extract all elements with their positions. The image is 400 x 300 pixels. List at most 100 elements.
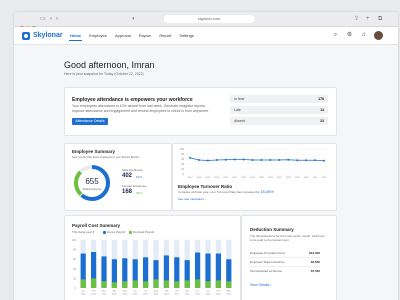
x-tick-label: 2023 [241,177,247,179]
app-logo[interactable]: Skylonar [22,31,63,40]
nominal-payroll-bar [184,280,190,288]
divider [250,257,320,258]
turnover-data-point [269,159,272,161]
x-tick-label: 2021 [133,294,139,296]
nominal-payroll-bar [205,281,211,288]
x-tick-label: Jan [81,291,85,293]
menu-item-approval[interactable]: Approval [114,31,132,40]
x-tick-label: 2028 [286,177,292,179]
attendance-row-in-time: In time 176 [230,95,328,103]
menu-item-settings[interactable]: Settings [178,31,194,40]
menu-item-employee[interactable]: Employee [88,31,108,40]
x-tick-label: 2025 [259,177,265,179]
y-tick-label: 40 [181,163,184,166]
attendance-details-button[interactable]: Attendance Details [72,118,108,125]
x-tick-label: 2021 [185,294,191,296]
app-header: Skylonar Home Employee Approval Payrun R… [14,27,398,45]
turnover-data-point [314,159,317,162]
x-tick-label: 2026 [268,177,274,179]
male-employee-label: Male Employee [122,168,143,172]
nominal-payroll-bar [153,279,159,288]
turnover-data-point [206,159,209,162]
page-subtitle: Here is your snapshot for Today (October… [64,72,144,76]
menu-item-report[interactable]: Report [158,31,172,40]
y-tick-label: 60 [73,258,76,261]
deduction-row: Tax Deducted at Source $7,500 [250,268,320,274]
notification-bell-icon[interactable]: ♫ [360,32,367,39]
menu-item-home[interactable]: Home [69,31,83,41]
back-arrow-icon[interactable]: ‹ [50,15,52,23]
shield-icon[interactable]: ◐ [132,15,136,23]
payroll-filter-value: This fiscal year [72,230,93,234]
turnover-data-point [305,159,308,162]
nominal-payroll-bar [226,281,232,288]
avatar[interactable] [374,31,383,40]
turnover-data-point [278,159,281,161]
attendance-row-label: Late [234,108,241,112]
deduction-row-label: Employer State Insurance [250,260,285,264]
menu-item-payrun[interactable]: Payrun [138,31,153,40]
donut-total-label: Total Employees [82,187,102,191]
deduction-row-value: $7,500 [310,269,320,273]
tabs-overview-icon[interactable]: ⧉ [378,15,382,23]
nominal-payroll-bar [132,280,138,288]
x-tick-label: 2027 [277,177,283,179]
x-tick-label: 2021 [143,294,149,296]
view-details-link[interactable]: View Details › [250,283,271,287]
search-icon[interactable]: ⌕ [332,32,339,39]
address-bar[interactable]: signinet.com [164,15,254,23]
attendance-row-label: In time [234,97,245,101]
y-tick-label: 0 [75,287,77,290]
x-tick-label: 2021 [195,294,201,296]
payroll-title: Payroll Cost Summary [72,223,121,228]
nominal-payroll-bar [215,280,221,288]
nominal-payroll-bar [80,279,86,288]
x-tick-label: 2022 [216,294,222,296]
x-tick-label: Feb [92,291,97,293]
logo-mark-icon [22,31,30,40]
browser-toolbar: ▭ ‹ › ◐ signinet.com ⇪ + ⧉ [14,12,398,30]
nominal-legend-label: Nominal Payroll [133,230,155,234]
x-tick-label: Mar [227,290,231,293]
female-employee-pct: 25% [136,191,143,195]
x-tick-label: 2021 [164,294,170,296]
x-tick-label: 2019 [205,177,211,179]
nominal-payroll-bar [122,281,128,288]
x-tick-label: Nov [185,291,190,293]
x-tick-label: 2018 [196,177,202,179]
attendance-row-label: Absent [234,119,245,123]
payroll-filter-dropdown[interactable]: This fiscal year ▾ [72,230,94,235]
y-tick-label: 0 [183,173,185,176]
gross-legend-swatch [103,231,106,234]
x-tick-label: 2017 [188,177,194,179]
forward-arrow-icon[interactable]: › [56,15,58,23]
see-rate-link[interactable]: See rate calculation › [178,197,206,201]
x-tick-label: May [123,291,128,293]
desktop-background: ▭ ‹ › ◐ signinet.com ⇪ + ⧉ Skylonar Home… [0,0,400,300]
turnover-series-line [189,157,325,162]
main-menu: Home Employee Approval Payrun Report Set… [69,27,201,44]
x-tick-label: 2021 [154,294,160,296]
male-employee-value: 402 [122,173,133,179]
turnover-line-chart: 0 20 40 60 80 100 2017 2018 2019 2020 2021 2022 2023… [180,148,328,179]
turnover-data-point [251,159,254,161]
turnover-data-point [189,156,191,159]
attendance-row-absent: Absent 23 [230,117,328,125]
see-rate-link-text: See rate calculation [178,197,205,201]
logo-text: Skylonar [33,32,63,39]
gear-icon[interactable]: ⚙ [346,32,353,39]
x-tick-label: 2021 [223,177,229,179]
male-employee-pct: 61% [136,175,143,179]
x-tick-label: 2021 [81,294,87,296]
y-tick-label: 100 [72,239,77,242]
share-icon[interactable]: ⇪ [354,15,359,23]
donut-total-value: 655 [85,177,99,186]
x-tick-label: 2021 [91,294,97,296]
employee-donut: 655 Total Employees [74,165,110,201]
turnover-rate: 18.06% [260,189,274,194]
turnover-data-point [242,158,245,161]
new-tab-icon[interactable]: + [366,15,370,23]
nominal-payroll-bar [163,280,169,288]
sidebar-toggle-icon[interactable]: ▭ [40,15,46,23]
x-tick-label: 2022 [232,177,238,179]
